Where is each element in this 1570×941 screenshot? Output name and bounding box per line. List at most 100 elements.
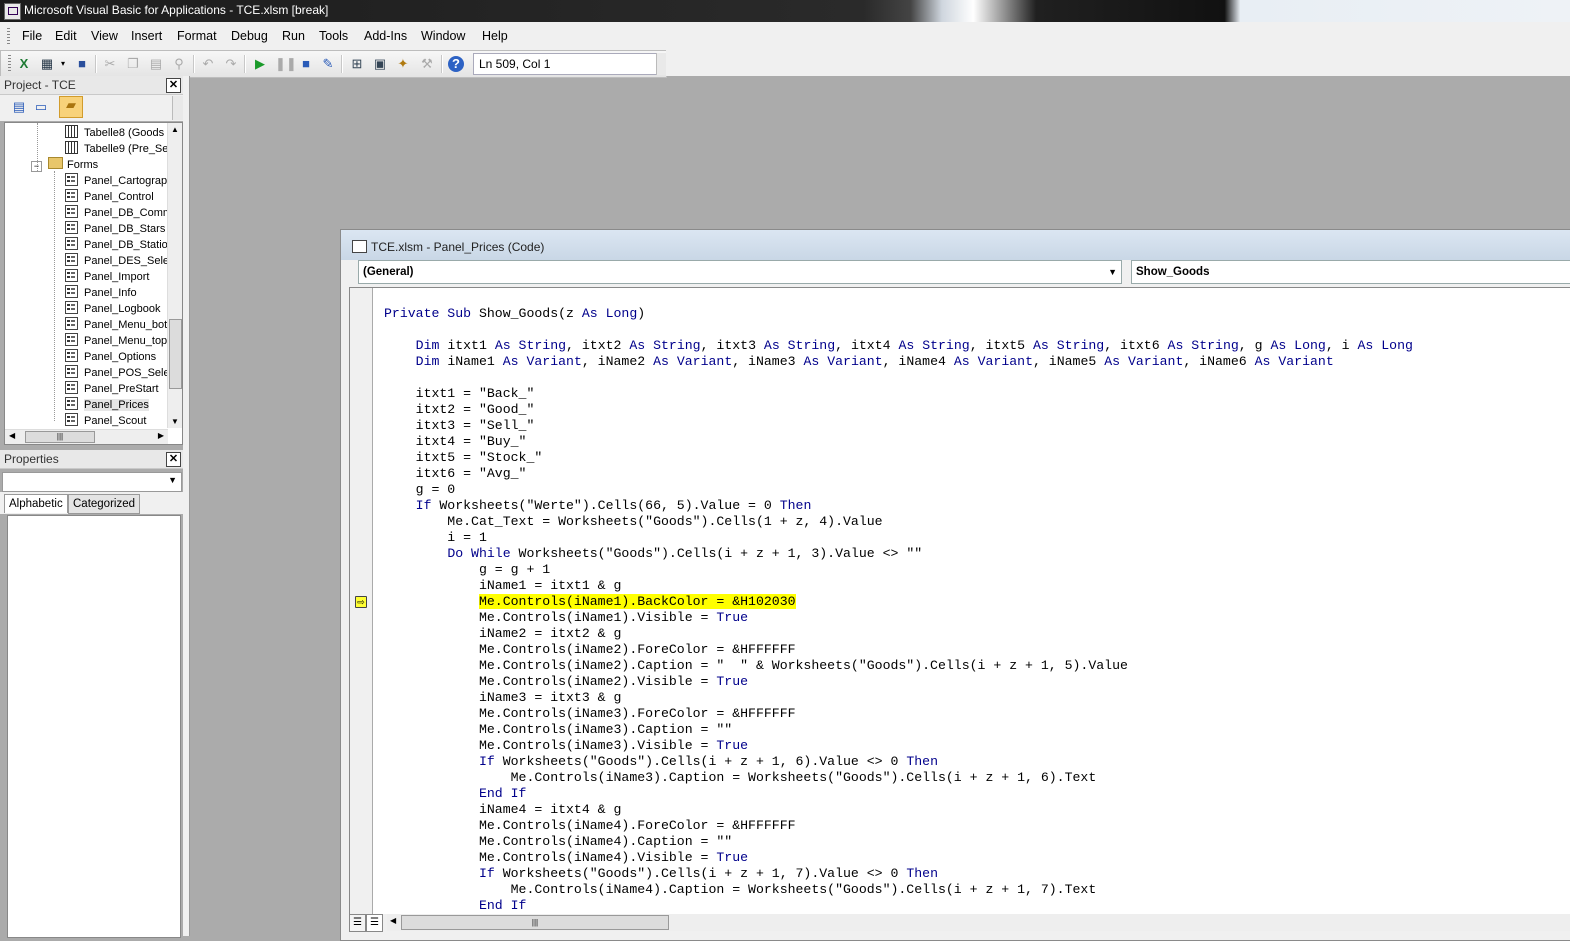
scroll-left-icon[interactable]: ◀ (9, 431, 15, 440)
menu-add-ins[interactable]: Add-Ins (364, 29, 407, 43)
scroll-thumb[interactable]: ||| (25, 431, 95, 443)
menu-file[interactable]: File (22, 29, 42, 43)
redo-icon[interactable]: ↷ (223, 56, 239, 72)
tree-item-form[interactable]: Panel_PreStart (65, 381, 159, 397)
code-editor[interactable]: ⇨ Private Sub Show_Goods(z As Long) Dim … (349, 287, 1570, 916)
procedure-view-icon[interactable]: ☰ (349, 914, 366, 932)
close-icon[interactable]: ✕ (166, 452, 181, 467)
cut-icon[interactable]: ✂ (102, 56, 118, 72)
tree-item-form[interactable]: Panel_DB_Comm (65, 205, 172, 221)
tree-item-label: Panel_DB_Statio (84, 239, 168, 251)
scroll-thumb[interactable] (169, 319, 182, 389)
tree-horizontal-scrollbar[interactable]: ◀ ||| ▶ (5, 429, 168, 444)
tab-categorized[interactable]: Categorized (68, 494, 141, 514)
toolbar-grip-icon[interactable] (8, 55, 11, 71)
menu-help[interactable]: Help (482, 29, 508, 43)
tree-item-form[interactable]: Panel_Prices (65, 397, 149, 413)
tree-item-form[interactable]: Panel_Options (65, 349, 156, 365)
toolbar-options-icon[interactable] (656, 53, 666, 75)
tree-item-label: Forms (67, 159, 99, 171)
object-browser-icon[interactable]: ✦ (395, 56, 411, 72)
insert-userform-icon[interactable]: ▦ (39, 56, 55, 72)
userform-icon (65, 205, 78, 218)
code-horizontal-scrollbar[interactable]: ◀ ||| (387, 914, 1570, 931)
full-module-view-icon[interactable]: ☰ (366, 914, 383, 932)
code-line: If Worksheets("Goods").Cells(i + z + 1, … (384, 866, 938, 882)
excel-view-icon[interactable]: X (16, 56, 32, 72)
menu-debug[interactable]: Debug (231, 29, 268, 43)
code-keyword: True (716, 850, 749, 865)
tree-item-form[interactable]: Panel_POS_Sele (65, 365, 170, 381)
run-icon[interactable]: ▶ (252, 56, 268, 72)
undo-icon[interactable]: ↶ (200, 56, 216, 72)
object-dropdown[interactable]: (General) ▼ (358, 260, 1122, 284)
toolbar-options-icon[interactable] (172, 96, 183, 120)
tree-item-form[interactable]: Panel_Info (65, 285, 137, 301)
tree-item-sheet[interactable]: Tabelle8 (Goods (65, 125, 164, 141)
project-explorer-title: Project - TCE (4, 78, 76, 92)
reset-icon[interactable]: ■ (298, 56, 314, 72)
collapse-icon[interactable]: − (31, 161, 42, 172)
code-line: iName4 = itxt4 & g (384, 802, 621, 818)
copy-icon[interactable]: ❐ (125, 56, 141, 72)
scroll-thumb[interactable]: ||| (401, 915, 669, 930)
properties-object-dropdown[interactable]: ▼ (2, 472, 182, 492)
help-icon[interactable]: ? (448, 56, 464, 72)
tree-item-form[interactable]: Panel_Cartograp (65, 173, 167, 189)
tree-item-form[interactable]: Panel_DB_Statio (65, 237, 168, 253)
menu-window[interactable]: Window (421, 29, 465, 43)
menu-edit[interactable]: Edit (55, 29, 77, 43)
tab-alphabetic[interactable]: Alphabetic (4, 494, 68, 513)
menu-format[interactable]: Format (177, 29, 217, 43)
tree-item-form[interactable]: Panel_Scout (65, 413, 146, 429)
scroll-left-icon[interactable]: ◀ (390, 916, 396, 925)
save-icon[interactable]: ■ (74, 56, 90, 72)
tree-folder-forms[interactable]: − Forms (31, 157, 98, 173)
break-icon[interactable]: ❚❚ (275, 56, 297, 72)
code-keyword: End If (478, 786, 527, 801)
menu-tools[interactable]: Tools (319, 29, 348, 43)
code-line: Private Sub Show_Goods(z As Long) (384, 306, 645, 322)
procedure-dropdown[interactable]: Show_Goods (1131, 260, 1570, 284)
properties-window-icon[interactable]: ▣ (372, 56, 388, 72)
tree-item-sheet[interactable]: Tabelle9 (Pre_Se (65, 141, 168, 157)
code-line: Me.Controls(iName3).Visible = True (384, 738, 748, 754)
tree-item-form[interactable]: Panel_DB_Stars (65, 221, 165, 237)
design-mode-icon[interactable]: ✎ (320, 56, 336, 72)
view-object-icon[interactable]: ▭ (33, 99, 49, 115)
code-line: Me.Controls(iName3).ForeColor = &HFFFFFF (384, 706, 796, 722)
tree-item-form[interactable]: Panel_Logbook (65, 301, 160, 317)
properties-grid[interactable] (7, 515, 181, 938)
code-keyword: As Variant (1104, 354, 1184, 369)
breakpoint-margin[interactable]: ⇨ (350, 288, 373, 915)
code-window-titlebar[interactable]: TCE.xlsm - Panel_Prices (Code) (341, 230, 1570, 260)
toggle-folders-icon[interactable]: ▰ (59, 96, 83, 118)
toolbox-icon[interactable]: ⚒ (419, 56, 435, 72)
tree-vertical-scrollbar[interactable]: ▲ ▼ (167, 123, 182, 428)
chevron-down-icon: ▼ (168, 475, 177, 485)
code-text: Worksheets("Goods").Cells(i + z + 1, 7).… (494, 866, 907, 881)
view-code-icon[interactable]: ▤ (11, 99, 27, 115)
paste-icon[interactable]: ▤ (148, 56, 164, 72)
scroll-right-icon[interactable]: ▶ (158, 431, 164, 440)
tree-item-form[interactable]: Panel_DES_Selec (65, 253, 175, 269)
menu-view[interactable]: View (91, 29, 118, 43)
scroll-up-icon[interactable]: ▲ (171, 125, 179, 134)
find-icon[interactable]: ⚲ (171, 56, 187, 72)
code-line: If Worksheets("Goods").Cells(i + z + 1, … (384, 754, 938, 770)
tree-item-form[interactable]: Panel_Menu_bot (65, 317, 167, 333)
code-window-icon (352, 240, 367, 253)
menu-grip-icon[interactable] (7, 28, 10, 44)
tree-item-label: Panel_Import (84, 271, 150, 283)
insert-dropdown-arrow-icon[interactable]: ▾ (55, 56, 71, 72)
menu-insert[interactable]: Insert (131, 29, 162, 43)
project-explorer-icon[interactable]: ⊞ (349, 56, 365, 72)
tree-item-form[interactable]: Panel_Control (65, 189, 154, 205)
menu-run[interactable]: Run (282, 29, 305, 43)
code-keyword: If (415, 498, 432, 513)
scroll-down-icon[interactable]: ▼ (171, 417, 179, 426)
tree-item-form[interactable]: Panel_Import (65, 269, 149, 285)
close-icon[interactable]: ✕ (166, 78, 181, 93)
tree-item-form[interactable]: Panel_Menu_top (65, 333, 167, 349)
